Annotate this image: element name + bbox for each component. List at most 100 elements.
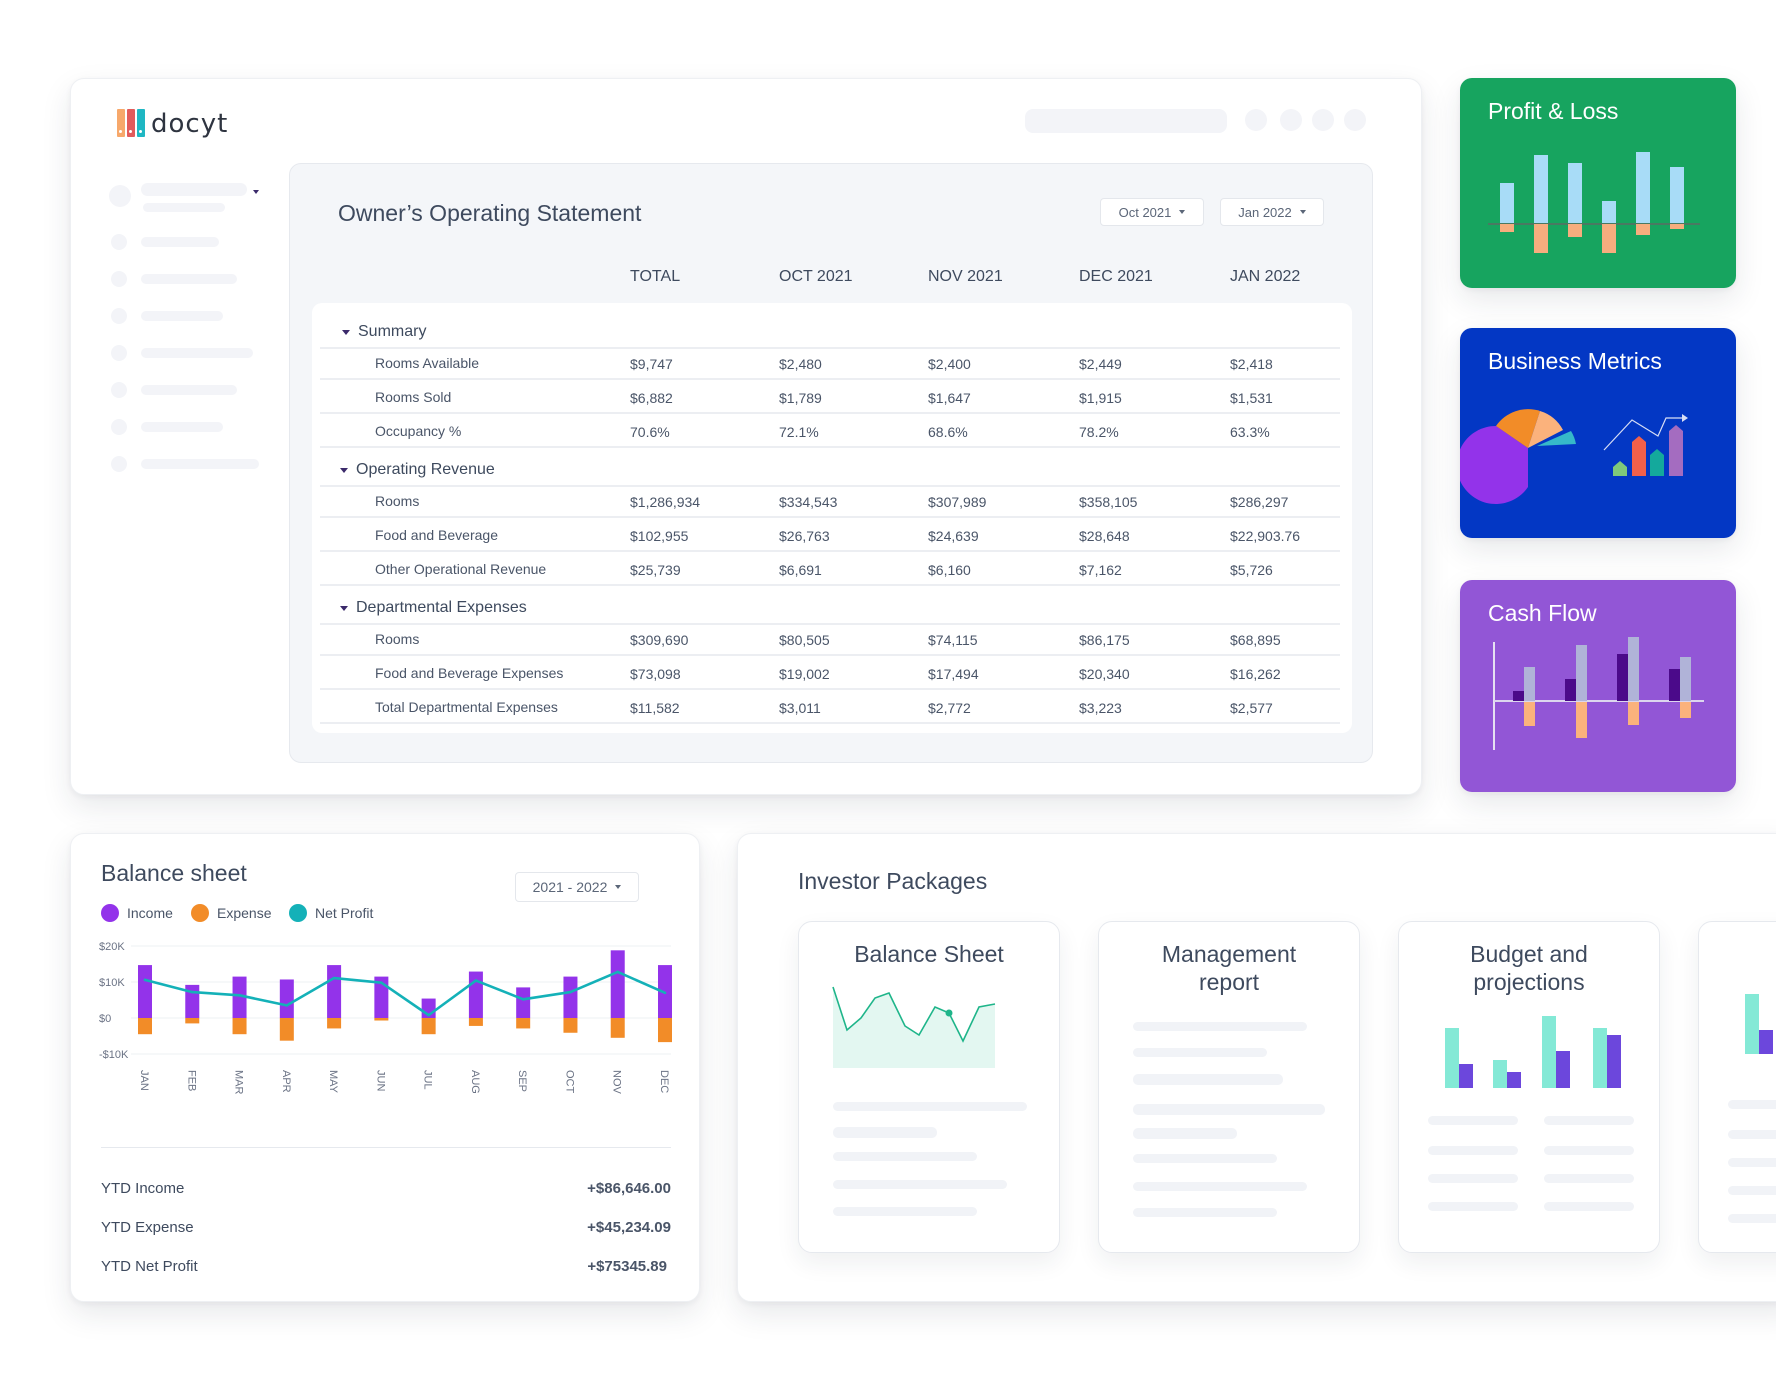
row-value: $5,726 bbox=[1230, 562, 1273, 578]
growth-bar bbox=[1669, 425, 1683, 476]
logo-bar bbox=[127, 109, 135, 137]
cash-bar bbox=[1680, 657, 1691, 701]
column-header-dec-2021[interactable]: DEC 2021 bbox=[1079, 268, 1153, 286]
net-profit-point bbox=[569, 990, 572, 994]
table-row[interactable]: Occupancy % 70.6% 72.1% 68.6% 78.2% 63.3% bbox=[320, 415, 1340, 448]
account-caret-icon[interactable] bbox=[253, 190, 259, 194]
table-row[interactable]: Rooms $1,286,934 $334,543 $307,989 $358,105 $… bbox=[320, 485, 1340, 518]
text-placeholder bbox=[1544, 1174, 1634, 1183]
x-tick-label: SEP bbox=[516, 1070, 528, 1092]
search-bar-placeholder[interactable] bbox=[1025, 109, 1227, 133]
column-header-oct-2021[interactable]: OCT 2021 bbox=[779, 268, 853, 286]
x-tick-label: MAY bbox=[327, 1070, 339, 1094]
x-tick-label: FEB bbox=[185, 1070, 197, 1091]
operating-statement-panel: Owner’s Operating Statement Oct 2021 Jan… bbox=[289, 163, 1373, 763]
row-value: 63.3% bbox=[1230, 424, 1270, 440]
period-dropdown[interactable]: 2021 - 2022 bbox=[515, 872, 639, 902]
text-placeholder bbox=[1428, 1174, 1518, 1183]
ytd-label: YTD Income bbox=[101, 1180, 185, 1197]
to-month-dropdown[interactable]: Jan 2022 bbox=[1220, 198, 1324, 226]
table-row[interactable]: Rooms Available $9,747 $2,480 $2,400 $2,449 $… bbox=[320, 347, 1340, 380]
expense-bar bbox=[185, 1018, 200, 1024]
row-value: $86,175 bbox=[1079, 632, 1130, 648]
legend-label: Expense bbox=[217, 905, 272, 921]
sidebar-account-placeholder[interactable] bbox=[141, 183, 247, 196]
column-header-total[interactable]: TOTAL bbox=[630, 268, 680, 286]
legend-net-profit[interactable]: Net Profit bbox=[289, 904, 373, 922]
expense-bar bbox=[138, 1018, 152, 1035]
collapse-caret-icon bbox=[340, 605, 348, 611]
sidebar-item-placeholder[interactable] bbox=[141, 348, 253, 358]
period-value: 2021 - 2022 bbox=[532, 879, 608, 895]
cash-flow-card[interactable]: Cash Flow bbox=[1460, 580, 1736, 792]
chevron-down-icon bbox=[1179, 210, 1186, 214]
sidebar-item-placeholder[interactable] bbox=[141, 311, 223, 321]
row-value: $2,480 bbox=[779, 356, 822, 372]
table-row[interactable]: Rooms $309,690 $80,505 $74,115 $86,175 $68,89… bbox=[320, 623, 1340, 656]
main-window: docyt Owner’s Operating Statement Oct 20… bbox=[70, 78, 1422, 795]
row-value: $6,691 bbox=[779, 562, 822, 578]
section-header[interactable]: Operating Revenue bbox=[340, 461, 495, 479]
table-row[interactable]: Total Departmental Expenses $11,582 $3,011… bbox=[320, 691, 1340, 724]
table-row[interactable]: Food and Beverage Expenses $73,098 $19,002… bbox=[320, 657, 1340, 690]
package-card-balance-sheet[interactable]: Balance Sheet bbox=[798, 921, 1060, 1253]
investor-packages-title: Investor Packages bbox=[798, 868, 988, 894]
cash-bar bbox=[1524, 702, 1535, 726]
table-row[interactable]: Rooms Sold $6,882 $1,789 $1,647 $1,915 $1,531 bbox=[320, 381, 1340, 414]
sidebar-item-placeholder[interactable] bbox=[141, 422, 223, 432]
cash-bar bbox=[1524, 667, 1535, 701]
expense-bar bbox=[468, 1018, 483, 1026]
table-row[interactable]: Other Operational Revenue $25,739 $6,691 $6… bbox=[320, 553, 1340, 586]
sidebar-icon-placeholder bbox=[111, 456, 127, 472]
docyt-logo[interactable]: docyt bbox=[117, 109, 228, 137]
ytd-value: +$86,646.00 bbox=[587, 1180, 671, 1197]
expense-bar bbox=[1602, 224, 1616, 253]
text-placeholder bbox=[1544, 1146, 1634, 1155]
business-metrics-card[interactable]: Business Metrics bbox=[1460, 328, 1736, 538]
header-icon-placeholder[interactable] bbox=[1245, 109, 1267, 131]
text-placeholder bbox=[1428, 1146, 1518, 1155]
income-bar bbox=[279, 979, 294, 1018]
budget-bar bbox=[1445, 1028, 1459, 1088]
header-icon-placeholder[interactable] bbox=[1280, 109, 1302, 131]
table-row[interactable]: Food and Beverage $102,955 $26,763 $24,639 $… bbox=[320, 519, 1340, 552]
net-profit-point bbox=[285, 1004, 289, 1007]
sidebar-item-placeholder[interactable] bbox=[141, 274, 237, 284]
row-value: $358,105 bbox=[1079, 494, 1138, 510]
sidebar-item-placeholder[interactable] bbox=[141, 237, 219, 247]
grouped-bar-thumbnail bbox=[1745, 994, 1773, 1054]
sidebar-icon-placeholder bbox=[111, 345, 127, 361]
expense-bar bbox=[563, 1018, 578, 1033]
row-value: $2,418 bbox=[1230, 356, 1273, 372]
row-value: $24,639 bbox=[928, 528, 979, 544]
column-header-jan-2022[interactable]: JAN 2022 bbox=[1230, 268, 1300, 286]
from-month-dropdown[interactable]: Oct 2021 bbox=[1100, 198, 1204, 226]
package-card-partial[interactable] bbox=[1698, 921, 1776, 1253]
text-placeholder bbox=[1728, 1186, 1776, 1195]
section-title: Operating Revenue bbox=[356, 461, 495, 478]
expense-bar bbox=[374, 1018, 389, 1021]
row-value: $307,989 bbox=[928, 494, 987, 510]
income-bar bbox=[1636, 152, 1650, 223]
legend-expense[interactable]: Expense bbox=[191, 904, 271, 922]
net-profit-point bbox=[238, 994, 241, 997]
budget-bar bbox=[1745, 994, 1759, 1054]
package-card-budget-projections[interactable]: Budget and projections bbox=[1398, 921, 1660, 1253]
y-tick-label: $0 bbox=[99, 1013, 111, 1025]
sidebar-icon-placeholder bbox=[111, 419, 127, 435]
sidebar-item-placeholder[interactable] bbox=[141, 385, 237, 395]
sidebar-item-placeholder[interactable] bbox=[141, 459, 259, 469]
text-placeholder bbox=[1133, 1022, 1307, 1031]
growth-chart-icon bbox=[1603, 414, 1688, 476]
row-value: $2,577 bbox=[1230, 700, 1273, 716]
header-icon-placeholder[interactable] bbox=[1312, 109, 1334, 131]
legend-income[interactable]: Income bbox=[101, 904, 173, 922]
profit-loss-card[interactable]: Profit & Loss bbox=[1460, 78, 1736, 288]
header-icon-placeholder[interactable] bbox=[1344, 109, 1366, 131]
row-value: $286,297 bbox=[1230, 494, 1289, 510]
package-card-management-report[interactable]: Management report bbox=[1098, 921, 1360, 1253]
section-header[interactable]: Summary bbox=[342, 323, 426, 341]
section-header[interactable]: Departmental Expenses bbox=[340, 599, 527, 617]
income-bar bbox=[563, 976, 578, 1018]
column-header-nov-2021[interactable]: NOV 2021 bbox=[928, 268, 1003, 286]
